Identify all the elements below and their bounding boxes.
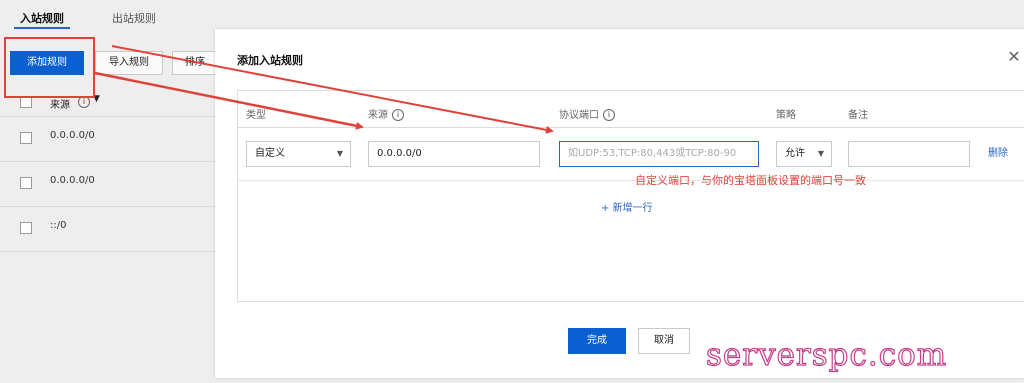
arrow-to-port (111, 45, 554, 134)
annotation-text: 自定义端口，与你的宝塔面板设置的端口号一致 (635, 174, 866, 187)
annotation-arrows (94, 45, 554, 134)
watermark: serverspc.com (705, 336, 948, 373)
arrow-to-source (94, 71, 364, 130)
